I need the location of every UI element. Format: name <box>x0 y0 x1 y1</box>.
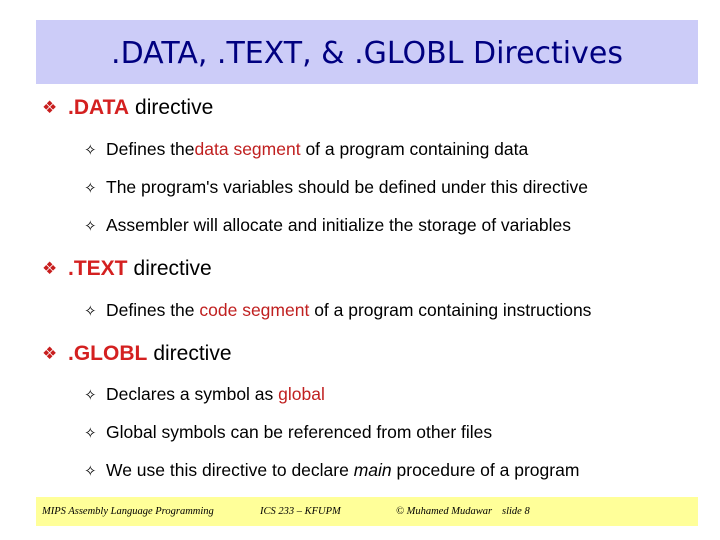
list-item: ✧ Global symbols can be referenced from … <box>84 422 492 443</box>
keyword: .GLOBL <box>68 342 148 365</box>
heading-rest: directive <box>153 342 232 365</box>
star-bullet-icon: ✧ <box>84 386 97 404</box>
highlight: data segment <box>194 139 301 159</box>
title-banner: .DATA, .TEXT, & .GLOBL Directives <box>36 20 698 84</box>
text: Assembler will allocate and initialize t… <box>106 215 571 235</box>
text: Global symbols can be referenced from ot… <box>106 422 493 442</box>
diamond-bullet-icon: ❖ <box>42 98 58 117</box>
keyword: .DATA <box>68 96 130 119</box>
list-item: ✧ Defines the data segment of a program … <box>84 139 528 160</box>
list-item: ✧ Defines the code segment of a program … <box>84 300 591 321</box>
highlight: code segment <box>199 300 310 320</box>
text: Defines the <box>106 300 200 320</box>
star-bullet-icon: ✧ <box>84 424 97 442</box>
diamond-bullet-icon: ❖ <box>42 259 58 278</box>
star-bullet-icon: ✧ <box>84 217 97 235</box>
star-bullet-icon: ✧ <box>84 302 97 320</box>
heading-rest: directive <box>135 96 214 119</box>
list-item: ✧ Assembler will allocate and initialize… <box>84 215 571 236</box>
text: The program's variables should be define… <box>106 177 588 197</box>
text: of a program containing data <box>300 139 529 159</box>
text: procedure of a program <box>391 460 580 480</box>
keyword: .TEXT <box>68 257 128 280</box>
list-item: ✧ Declares a symbol as global <box>84 384 325 405</box>
diamond-bullet-icon: ❖ <box>42 344 58 363</box>
star-bullet-icon: ✧ <box>84 141 97 159</box>
slide-footer: MIPS Assembly Language Programming ICS 2… <box>36 497 698 526</box>
text: We use this directive to declare <box>106 460 354 480</box>
list-item: ✧ We use this directive to declare main … <box>84 460 579 481</box>
text: Defines the <box>106 139 195 159</box>
star-bullet-icon: ✧ <box>84 179 97 197</box>
footer-course: MIPS Assembly Language Programming <box>42 506 214 517</box>
list-item: ✧ The program's variables should be defi… <box>84 177 588 198</box>
text: of a program containing instructions <box>309 300 592 320</box>
section-data-heading: ❖ .DATA directive <box>42 96 213 120</box>
star-bullet-icon: ✧ <box>84 462 97 480</box>
footer-course-code: ICS 233 – KFUPM <box>260 506 341 517</box>
section-globl-heading: ❖ .GLOBL directive <box>42 342 232 366</box>
emphasis: main <box>353 460 392 480</box>
heading-rest: directive <box>133 257 212 280</box>
slide-title: .DATA, .TEXT, & .GLOBL Directives <box>111 35 623 71</box>
footer-slide-number: slide 8 <box>502 506 530 517</box>
highlight: global <box>278 384 325 404</box>
footer-author: © Muhamed Mudawar <box>396 506 493 517</box>
text: Declares a symbol as <box>106 384 279 404</box>
section-text-heading: ❖ .TEXT directive <box>42 257 212 281</box>
